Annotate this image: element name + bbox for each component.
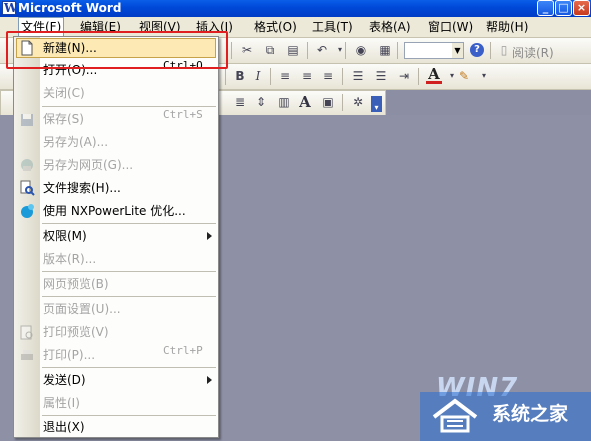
wordart-icon[interactable]: A [297, 93, 313, 111]
menu-item-save-as-web-label: 另存为网页(G)... [43, 158, 134, 172]
menu-separator [42, 271, 216, 272]
menu-item-save-as-label: 另存为(A)... [43, 135, 109, 149]
toolbar-separator [345, 42, 346, 59]
toolbar-separator [225, 68, 226, 85]
toolbar-separator [418, 68, 419, 85]
align-center-icon[interactable]: ≡ [299, 68, 315, 84]
close-button[interactable]: × [573, 0, 590, 16]
format-icon[interactable]: ✲ [350, 94, 366, 110]
menu-item-print-preview-label: 打印预览(V) [43, 325, 109, 339]
menu-item-versions-label: 版本(R)... [43, 252, 97, 266]
toolbar-separator [342, 94, 343, 111]
menu-item-save-label: 保存(S) [43, 112, 84, 126]
menu-item-save-shortcut: Ctrl+S [163, 108, 203, 121]
table-icon[interactable]: ▦ [377, 42, 393, 58]
align-left-icon[interactable]: ≡ [277, 68, 293, 84]
menu-item-print-shortcut: Ctrl+P [163, 344, 203, 357]
numbering-icon[interactable]: ☰ [350, 68, 366, 84]
menu-item-permission-label: 权限(M) [43, 229, 87, 243]
picture-icon[interactable]: ▣ [320, 94, 336, 110]
hyperlink-icon[interactable]: ◉ [353, 42, 369, 58]
menu-item-web-preview-label: 网页预览(B) [43, 277, 109, 291]
toolbar-separator [270, 68, 271, 85]
watermark-site-name: 系统之家 [492, 403, 569, 425]
help-icon[interactable]: ? [470, 43, 484, 57]
textbox-icon[interactable]: ▥ [276, 94, 292, 110]
title-bar: W Microsoft Word _ □ × [0, 0, 591, 17]
toolbar-separator [490, 42, 491, 59]
app-icon-letter: W [4, 1, 18, 15]
menu-tools[interactable]: 工具(T) [310, 17, 355, 37]
menu-window[interactable]: 窗口(W) [426, 17, 475, 37]
toolbar-separator [397, 42, 398, 59]
read-mode-icon[interactable]: ▯ [496, 42, 512, 58]
align-objects-icon[interactable]: ≣ [232, 94, 248, 110]
read-mode-label[interactable]: 阅读(R) [512, 44, 554, 61]
window-title: Microsoft Word [18, 1, 122, 15]
toolbar-separator [231, 42, 232, 59]
menu-item-send-to-label: 发送(D) [43, 373, 86, 387]
menu-item-nxpowerlite-label: 使用 NXPowerLite 优化... [43, 204, 186, 218]
menu-item-exit-label: 退出(X) [43, 420, 85, 434]
minimize-button[interactable]: _ [537, 0, 554, 16]
menu-help[interactable]: 帮助(H) [484, 17, 530, 37]
menu-item-properties-label: 属性(I) [43, 396, 80, 410]
menu-separator [42, 296, 216, 297]
menu-item-print-label: 打印(P)... [43, 348, 96, 362]
menu-separator [42, 223, 216, 224]
bold-button[interactable]: B [232, 68, 248, 84]
maximize-button[interactable]: □ [555, 0, 572, 16]
cut-icon[interactable]: ✂ [239, 42, 255, 58]
indent-icon[interactable]: ⇥ [396, 68, 412, 84]
toolbar-options-icon[interactable]: ▾ [476, 68, 492, 84]
submenu-arrow-icon [207, 232, 212, 240]
menu-separator [42, 106, 216, 107]
menu-format[interactable]: 格式(O) [252, 17, 299, 37]
undo-icon[interactable]: ↶ [314, 42, 330, 58]
italic-button[interactable]: I [250, 68, 266, 84]
watermark-house-icon [430, 397, 480, 435]
toolbar-separator [342, 68, 343, 85]
highlight-pen-icon[interactable]: ✎ [456, 68, 472, 84]
copy-icon[interactable]: ⧉ [262, 42, 278, 58]
bullets-icon[interactable]: ☰ [373, 68, 389, 84]
menu-item-close-label: 关闭(C) [43, 86, 85, 100]
menu-table[interactable]: 表格(A) [367, 17, 413, 37]
submenu-arrow-icon [207, 376, 212, 384]
menu-item-file-search-label: 文件搜索(H)... [43, 181, 121, 195]
word-app-icon[interactable]: W [2, 1, 18, 15]
menu-item-page-setup-label: 页面设置(U)... [43, 302, 121, 316]
toolbar-overflow-icon[interactable]: ▾ [371, 96, 382, 112]
distribute-icon[interactable]: ⇕ [253, 94, 269, 110]
toolbar-separator [307, 42, 308, 59]
combo-arrow-icon[interactable]: ▼ [452, 43, 463, 58]
font-color-icon[interactable]: A [426, 67, 442, 84]
annotation-highlight-box [6, 31, 228, 69]
align-right-icon[interactable]: ≡ [320, 68, 336, 84]
menu-separator [42, 367, 216, 368]
paste-icon[interactable]: ▤ [285, 42, 301, 58]
